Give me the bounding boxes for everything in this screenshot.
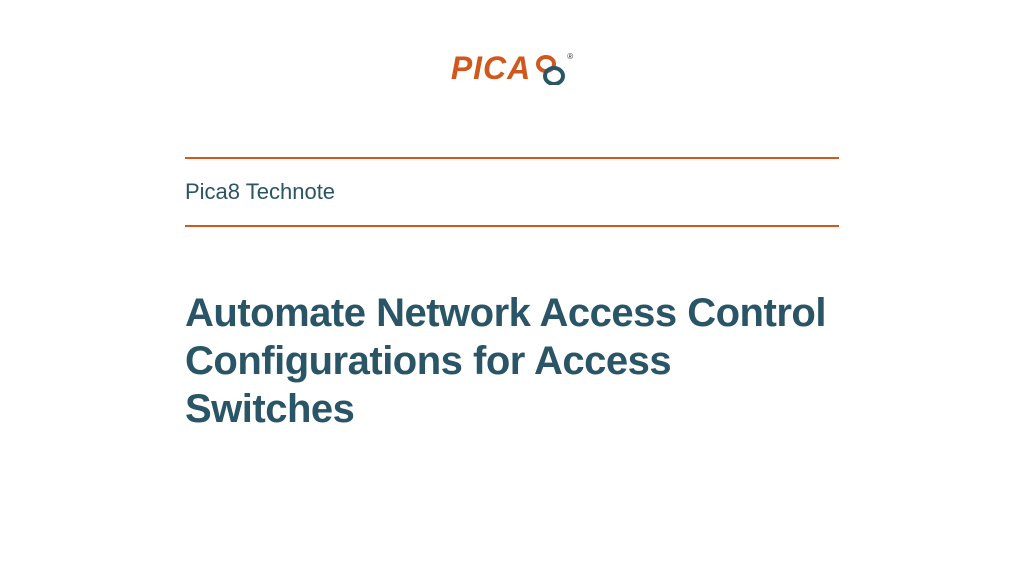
registered-mark: ® xyxy=(567,52,573,61)
document-subtitle: Pica8 Technote xyxy=(185,159,839,225)
logo-brand-text: PICA xyxy=(451,50,531,86)
divider-bottom xyxy=(185,225,839,227)
document-title: Automate Network Access Control Configur… xyxy=(185,289,839,433)
logo: PICA ® xyxy=(451,50,573,92)
logo-8-icon xyxy=(533,55,567,90)
logo-container: PICA ® xyxy=(185,50,839,92)
